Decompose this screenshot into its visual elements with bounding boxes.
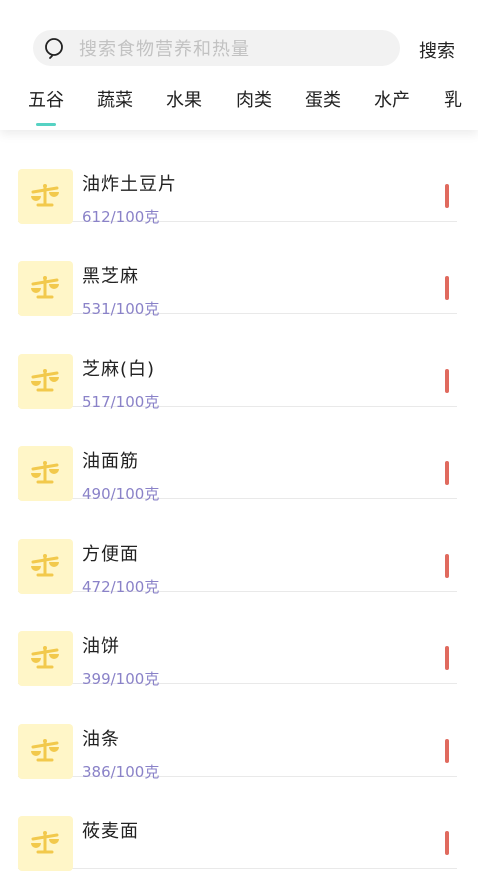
search-placeholder: 搜索食物营养和热量: [79, 39, 250, 60]
list-item[interactable]: 黑芝麻 531/100克: [18, 222, 457, 318]
tab-grains[interactable]: 五谷: [28, 86, 64, 112]
active-tab-indicator: [36, 123, 56, 126]
scale-icon: [31, 831, 59, 854]
list-item[interactable]: 油炸土豆片 612/100克: [18, 130, 457, 226]
tab-eggs[interactable]: 蛋类: [305, 86, 341, 112]
list-item[interactable]: 油面筋 490/100克: [18, 407, 457, 503]
food-name: 方便面: [82, 544, 139, 565]
scale-icon: [31, 554, 59, 577]
calorie-level-bar: [445, 369, 449, 393]
scale-icon: [31, 184, 59, 207]
calorie-level-bar: [445, 554, 449, 578]
scale-icon: [31, 646, 59, 669]
food-thumbnail: [18, 816, 73, 871]
list-item[interactable]: 油条 386/100克: [18, 685, 457, 781]
food-thumbnail: [18, 724, 73, 779]
scale-icon: [31, 461, 59, 484]
tab-fruits[interactable]: 水果: [166, 86, 202, 112]
scale-icon: [31, 739, 59, 762]
search-input[interactable]: 搜索食物营养和热量: [33, 30, 400, 66]
top-header: 搜索食物营养和热量 搜索 五谷 蔬菜 水果 肉类 蛋类 水产 乳: [0, 0, 478, 130]
food-thumbnail: [18, 261, 73, 316]
list-item[interactable]: 油饼 399/100克: [18, 592, 457, 688]
list-item[interactable]: 芝麻(白) 517/100克: [18, 315, 457, 411]
food-thumbnail: [18, 354, 73, 409]
calorie-level-bar: [445, 461, 449, 485]
food-thumbnail: [18, 446, 73, 501]
food-name: 油饼: [82, 636, 120, 657]
list-item[interactable]: 莜麦面: [18, 777, 457, 871]
food-thumbnail: [18, 539, 73, 594]
calorie-level-bar: [445, 739, 449, 763]
tab-seafood[interactable]: 水产: [374, 86, 410, 112]
food-name: 芝麻(白): [82, 359, 156, 380]
food-name: 油炸土豆片: [82, 174, 177, 195]
calorie-level-bar: [445, 276, 449, 300]
food-thumbnail: [18, 631, 73, 686]
scale-icon: [31, 276, 59, 299]
food-thumbnail: [18, 169, 73, 224]
calorie-level-bar: [445, 184, 449, 208]
tab-dairy[interactable]: 乳: [444, 86, 462, 112]
food-name: 油条: [82, 729, 120, 750]
food-name: 莜麦面: [82, 821, 139, 842]
food-name: 黑芝麻: [82, 266, 139, 287]
search-icon: [45, 38, 63, 59]
food-name: 油面筋: [82, 451, 139, 472]
tab-vegetables[interactable]: 蔬菜: [97, 86, 133, 112]
scale-icon: [31, 369, 59, 392]
tab-meat[interactable]: 肉类: [236, 86, 272, 112]
search-button[interactable]: 搜索: [419, 37, 455, 63]
calorie-level-bar: [445, 831, 449, 855]
list-item[interactable]: 方便面 472/100克: [18, 500, 457, 596]
category-tabs: 五谷 蔬菜 水果 肉类 蛋类 水产 乳: [0, 86, 478, 126]
calorie-level-bar: [445, 646, 449, 670]
